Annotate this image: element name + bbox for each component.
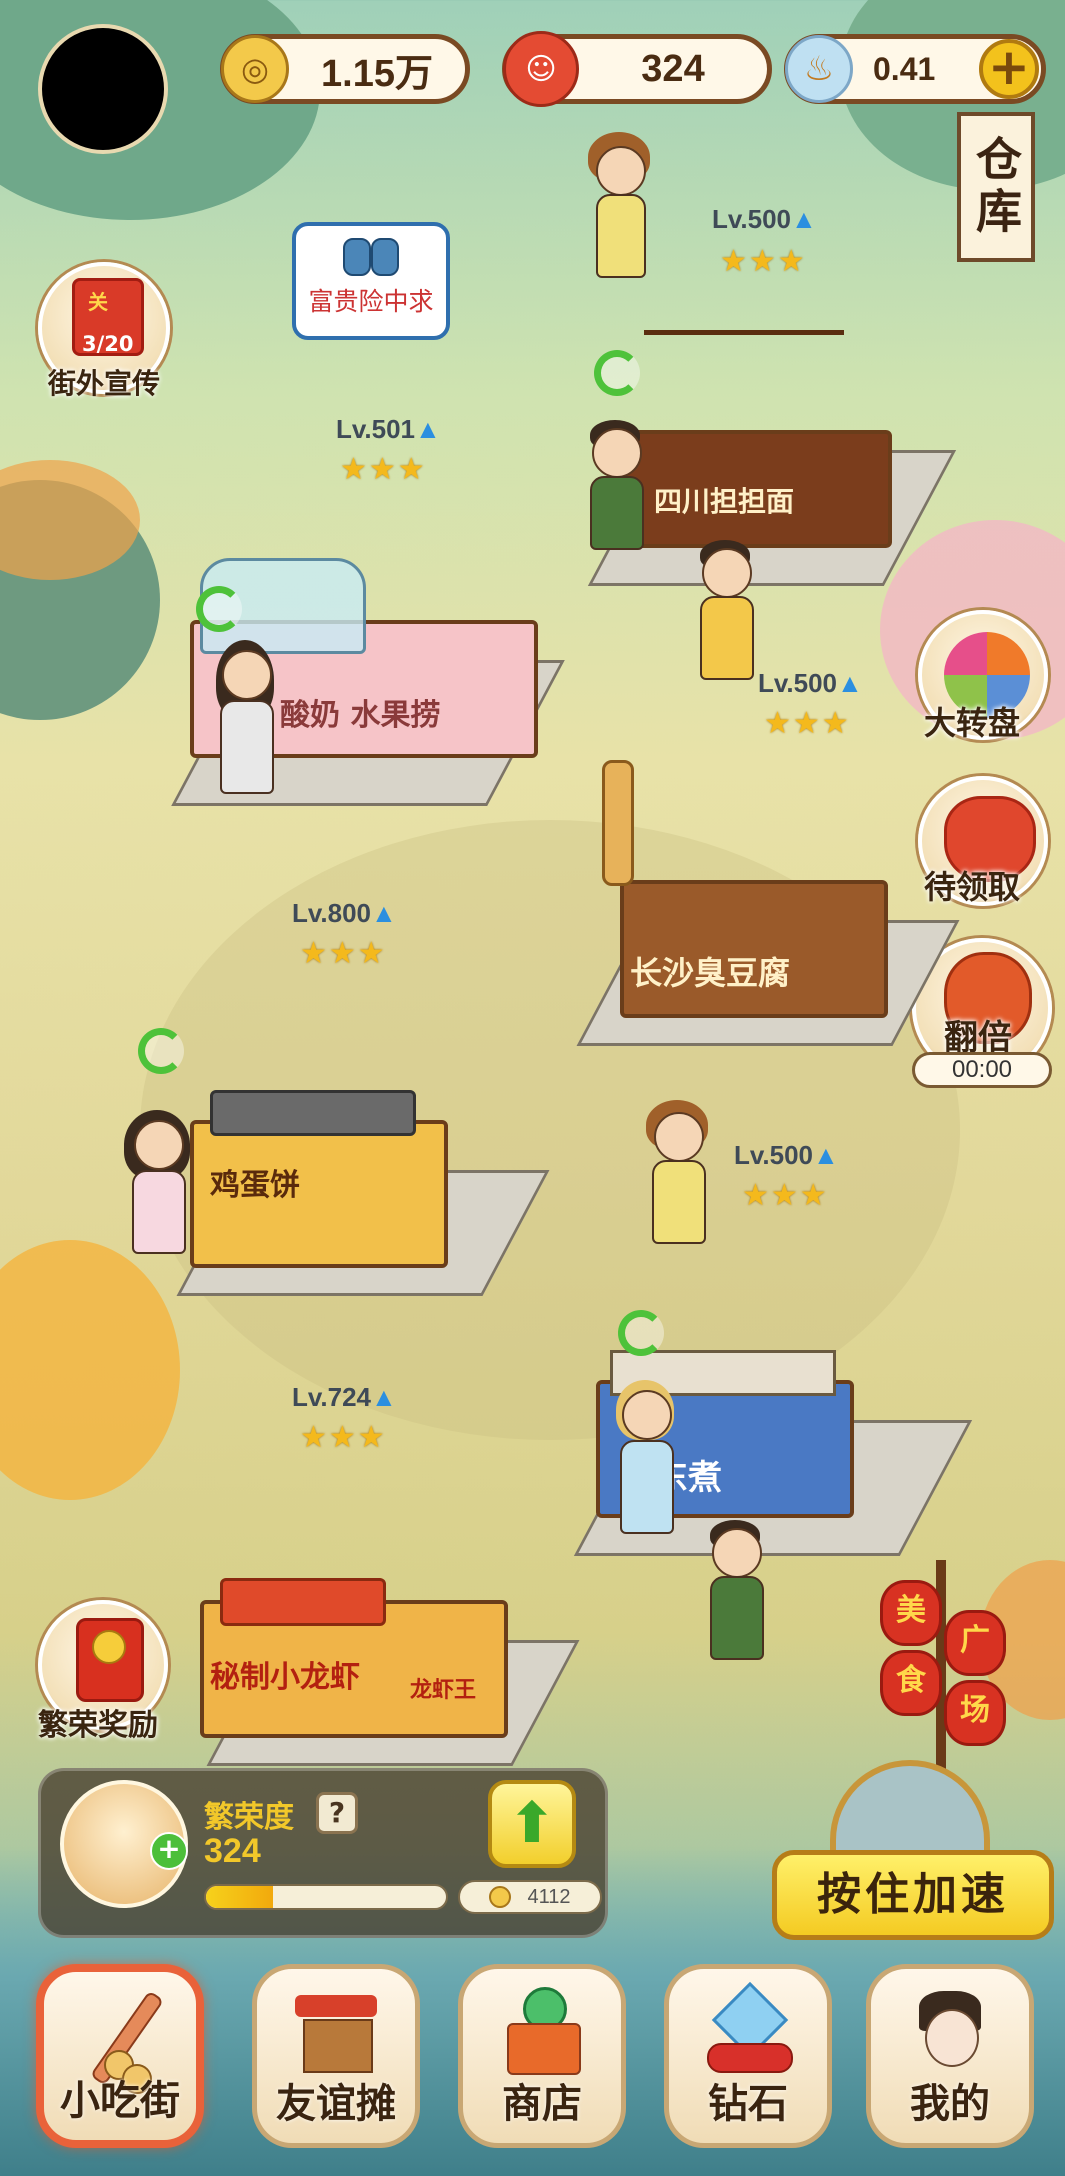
- stall-tofu-stars: ★★★: [764, 706, 851, 741]
- level-up-icon: ▲: [791, 204, 817, 234]
- nav-diamond[interactable]: 钻石: [664, 1964, 832, 2148]
- stall-crayfish-subsign: 龙虾王: [410, 1678, 477, 1703]
- stall-crayfish[interactable]: 秘制小龙虾 龙虾王: [180, 1560, 580, 1780]
- stall-dandan-sign: 四川担担面: [654, 485, 795, 518]
- level-up-icon: ▲: [371, 1382, 397, 1412]
- customer-figure: [610, 1380, 680, 1550]
- stall-eggcake-sign: 鸡蛋饼: [210, 1168, 300, 1203]
- customer-figure: [690, 540, 760, 710]
- level-up-icon: ▲: [415, 414, 441, 444]
- plaza-lantern-2: 食: [880, 1650, 942, 1716]
- cat-value: 324: [641, 47, 705, 90]
- stall-dandan-level: Lv.500▲: [712, 204, 817, 234]
- diamond-value: 0.41: [873, 50, 936, 87]
- customer-figure: [584, 132, 654, 332]
- upgrade-arrow-button[interactable]: ⬆: [488, 1780, 576, 1868]
- stall-dandan-timer: [594, 350, 640, 396]
- coin-icon: ◎: [221, 35, 289, 103]
- umbrella: [602, 760, 634, 886]
- player-avatar[interactable]: [38, 24, 168, 154]
- griddle: [210, 1090, 416, 1136]
- crayfish-tray: [220, 1578, 386, 1626]
- nav-snack-street-label: 小吃街: [60, 2078, 180, 2124]
- add-prosperity-icon[interactable]: +: [150, 1832, 188, 1870]
- nav-snack-street[interactable]: 小吃街: [36, 1964, 204, 2148]
- event-tooltip-label: 富贵险中求: [308, 287, 434, 316]
- customer-figure: [210, 640, 280, 840]
- stall-yogurt-stars: ★★★: [340, 452, 427, 487]
- event-tooltip[interactable]: 富贵险中求: [292, 222, 450, 340]
- coin-value: 1.15万: [321, 52, 433, 95]
- plaza-lantern-4: 场: [944, 1680, 1006, 1746]
- prosperity-value: 324: [204, 1832, 261, 1870]
- profile-icon: [905, 1987, 995, 2077]
- stall-eggcake[interactable]: 鸡蛋饼: [170, 1070, 570, 1320]
- stall-crayfish-sign: 秘制小龙虾: [210, 1660, 360, 1695]
- prosperity-help-button[interactable]: ?: [316, 1792, 358, 1834]
- cat-resource[interactable]: ☺ 324: [502, 31, 772, 107]
- stall-tofu-level: Lv.500▲: [758, 668, 863, 698]
- upgrade-cost-value: 4112: [527, 1885, 571, 1908]
- stall-yogurt-timer: [196, 586, 242, 632]
- stall-oden-timer: [618, 1310, 664, 1356]
- level-up-icon: ▲: [371, 898, 397, 928]
- double-timer-value: 00:00: [951, 1056, 1013, 1083]
- phoenix-icon: ♨: [785, 35, 853, 103]
- prosperity-progress-fill: [206, 1886, 274, 1908]
- stall-crayfish-stars: ★★★: [300, 1420, 387, 1455]
- prosperity-label: 繁荣度: [204, 1800, 294, 1835]
- nav-friend-stall[interactable]: 友谊摊: [252, 1964, 420, 2148]
- gold-coin-icon: [92, 1630, 126, 1664]
- stall-icon: [291, 1987, 381, 2077]
- nav-shop-label: 商店: [502, 2081, 582, 2127]
- stall-crayfish-level: Lv.724▲: [292, 1382, 397, 1412]
- food-plaza-signpost: 美 食 广 场: [880, 1560, 1006, 1780]
- nav-diamond-label: 钻石: [708, 2081, 788, 2127]
- customer-figure: [580, 420, 650, 550]
- shop-icon: [497, 1987, 587, 2077]
- stall-eggcake-timer: [138, 1028, 184, 1074]
- plaza-lantern-3: 广: [944, 1610, 1006, 1676]
- nav-profile[interactable]: 我的: [866, 1964, 1034, 2148]
- prosperity-progress-bar: [204, 1884, 448, 1910]
- stall-tofu-sign: 长沙臭豆腐: [630, 954, 791, 992]
- stall-dandan-stars: ★★★: [720, 244, 807, 279]
- binoculars-icon: [343, 238, 399, 276]
- customer-figure: [640, 1100, 730, 1270]
- stall-yogurt-sign: 酸奶 水果捞: [280, 698, 441, 733]
- lanterns: [644, 330, 844, 345]
- upgrade-cost: 4112: [458, 1880, 602, 1914]
- add-resource-button[interactable]: +: [979, 39, 1039, 99]
- customer-figure: [700, 1520, 770, 1680]
- hold-speed-up-button[interactable]: 按住加速: [772, 1850, 1054, 1940]
- stall-eggcake-stars: ★★★: [300, 936, 387, 971]
- promo-badge: 关: [88, 290, 108, 314]
- prosperity-reward-label: 繁荣奖励: [38, 1708, 158, 1743]
- nav-friend-stall-label: 友谊摊: [276, 2081, 396, 2127]
- promo-counter: 3/20: [82, 332, 134, 356]
- diamond-resource[interactable]: ♨ 0.41 +: [784, 34, 1046, 104]
- street-promo-label: 街外宣传: [48, 367, 161, 400]
- warehouse-sign[interactable]: 仓库: [957, 112, 1035, 262]
- nav-shop[interactable]: 商店: [458, 1964, 626, 2148]
- lucky-cat-icon: ☺: [503, 31, 579, 107]
- stall-tofu[interactable]: 长沙臭豆腐: [560, 760, 960, 1060]
- skewer-icon: [78, 1990, 168, 2094]
- level-up-icon: ▲: [837, 668, 863, 698]
- stall-yogurt-level: Lv.501▲: [336, 414, 441, 444]
- stall-oden-stars: ★★★: [742, 1178, 829, 1213]
- stall-eggcake-level: Lv.800▲: [292, 898, 397, 928]
- lucky-wheel-label: 大转盘: [924, 704, 1021, 742]
- stall-oden-level: Lv.500▲: [734, 1140, 839, 1170]
- nav-profile-label: 我的: [910, 2081, 990, 2127]
- coin-icon: [489, 1886, 512, 1908]
- plaza-lantern-1: 美: [880, 1580, 942, 1646]
- customer-figure: [122, 1110, 192, 1270]
- coin-resource[interactable]: ◎ 1.15万: [220, 34, 470, 104]
- diamond-icon: [703, 1981, 793, 2077]
- level-up-icon: ▲: [813, 1140, 839, 1170]
